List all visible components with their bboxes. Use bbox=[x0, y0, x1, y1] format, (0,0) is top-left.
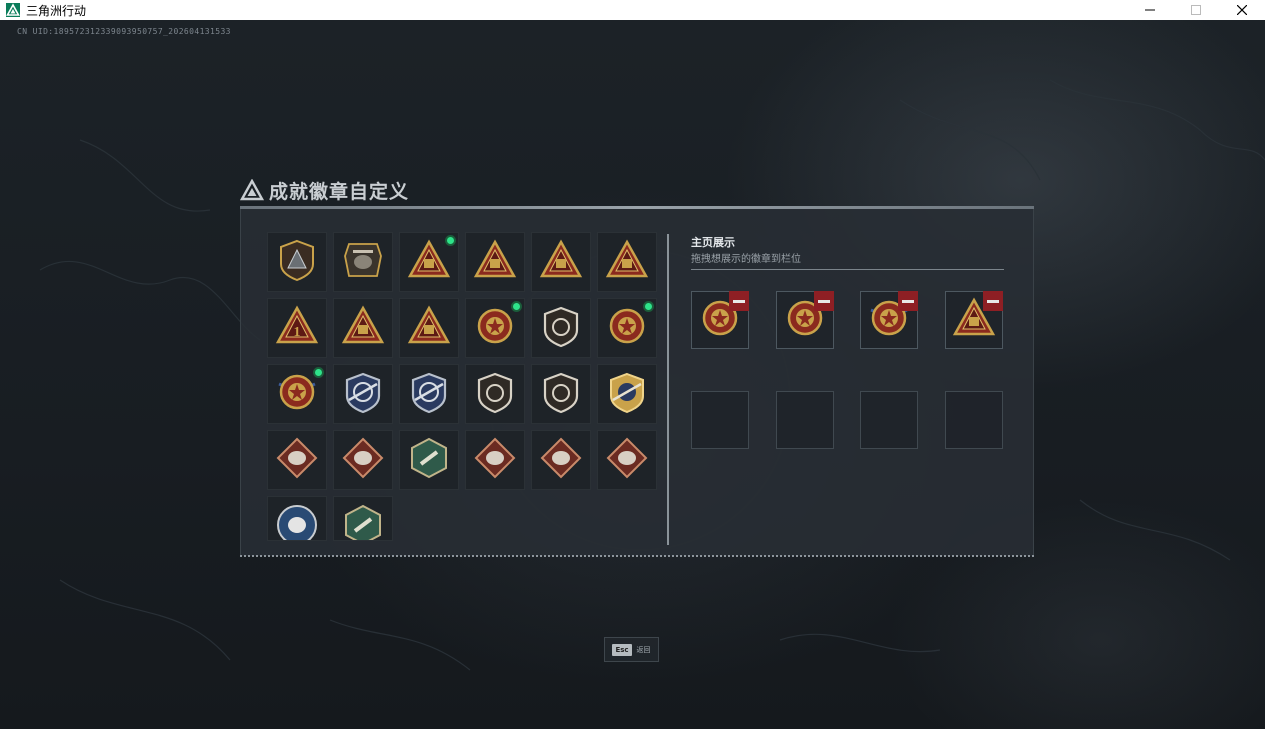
badge-tile[interactable] bbox=[267, 232, 327, 292]
app-logo-icon bbox=[6, 3, 20, 17]
dragonfly-hexagon-badge-icon bbox=[341, 503, 385, 540]
dragon-diamond-2-badge-icon bbox=[539, 436, 583, 484]
tank-triangle-badge-icon bbox=[473, 238, 517, 286]
showcase-slot-filled[interactable] bbox=[860, 291, 918, 349]
showcase-slot-empty[interactable] bbox=[945, 391, 1003, 449]
back-label: 返回 bbox=[636, 645, 651, 654]
badge-tile[interactable] bbox=[597, 430, 657, 490]
badge-tile[interactable] bbox=[399, 364, 459, 424]
eye-triangle-badge-icon bbox=[407, 238, 451, 286]
badge-tile[interactable] bbox=[333, 496, 393, 541]
soldier-hexagon-badge-icon bbox=[407, 436, 451, 484]
badge-tile[interactable] bbox=[597, 232, 657, 292]
close-button[interactable] bbox=[1219, 0, 1265, 20]
minus-icon bbox=[733, 299, 745, 303]
svg-text:1: 1 bbox=[294, 325, 301, 340]
showcase-slot-filled[interactable] bbox=[691, 291, 749, 349]
badge-tile[interactable] bbox=[333, 298, 393, 358]
maximize-icon bbox=[1191, 5, 1201, 15]
esc-key-hint: Esc bbox=[612, 643, 632, 656]
showcase-title: 主页展示 bbox=[691, 236, 735, 249]
minimize-button[interactable] bbox=[1127, 0, 1173, 20]
remove-badge-button[interactable] bbox=[983, 291, 1003, 311]
badge-tile[interactable] bbox=[333, 430, 393, 490]
badge-tile[interactable] bbox=[597, 298, 657, 358]
badge-grid: 1 bbox=[267, 232, 663, 541]
maximize-button[interactable] bbox=[1173, 0, 1219, 20]
minus-icon bbox=[902, 299, 914, 303]
remove-badge-button[interactable] bbox=[814, 291, 834, 311]
beast-diamond-badge-icon bbox=[275, 436, 319, 484]
gold-medal-badge-icon bbox=[605, 304, 649, 352]
showcase-slot-empty[interactable] bbox=[691, 391, 749, 449]
new-indicator-dot bbox=[313, 367, 324, 378]
new-indicator-dot bbox=[445, 235, 456, 246]
badge-tile[interactable] bbox=[465, 298, 525, 358]
showcase-divider bbox=[691, 269, 1004, 270]
dragon-diamond-badge-icon bbox=[473, 436, 517, 484]
remove-badge-button[interactable] bbox=[729, 291, 749, 311]
badge-tile[interactable] bbox=[465, 232, 525, 292]
blue-round-beast-badge-icon bbox=[275, 503, 319, 540]
badge-customize-panel: 1 主页展示 拖拽想展示的徽章到栏位 bbox=[240, 209, 1034, 556]
minimize-icon bbox=[1145, 9, 1155, 11]
badge-tile[interactable] bbox=[399, 298, 459, 358]
shield-triangle-badge-icon bbox=[275, 238, 319, 286]
crosshair-shield-badge-icon bbox=[473, 370, 517, 418]
badge-tile[interactable] bbox=[531, 430, 591, 490]
badge-tile[interactable] bbox=[399, 232, 459, 292]
new-indicator-dot bbox=[511, 301, 522, 312]
badge-tile[interactable] bbox=[465, 364, 525, 424]
badge-tile[interactable] bbox=[267, 430, 327, 490]
helicopter-badge-icon bbox=[341, 238, 385, 286]
badge-tile[interactable] bbox=[267, 496, 327, 541]
back-button[interactable]: Esc 返回 bbox=[604, 637, 659, 662]
gold-rifle-shield-badge-icon bbox=[605, 370, 649, 418]
badge-tile[interactable] bbox=[597, 364, 657, 424]
showcase-slot-filled[interactable] bbox=[776, 291, 834, 349]
beast-diamond-2-badge-icon bbox=[341, 436, 385, 484]
minus-icon bbox=[987, 299, 999, 303]
star-medal-badge-icon bbox=[473, 304, 517, 352]
player-uid: CN UID:18957231233909395​0757_2026041315… bbox=[17, 27, 231, 36]
soldiers-triangle-badge-icon bbox=[407, 304, 451, 352]
showcase-slot-empty[interactable] bbox=[860, 391, 918, 449]
delta-logo-icon bbox=[240, 179, 264, 201]
remove-badge-button[interactable] bbox=[898, 291, 918, 311]
badge-tile[interactable] bbox=[531, 232, 591, 292]
panel-header: 成就徽章自定义 bbox=[240, 175, 409, 205]
badge-tile[interactable] bbox=[267, 364, 327, 424]
building-triangle-badge-icon bbox=[539, 238, 583, 286]
badge-tile[interactable] bbox=[465, 430, 525, 490]
close-icon bbox=[1237, 5, 1247, 15]
gear-triangle-badge-icon bbox=[341, 304, 385, 352]
panel-bottom-border bbox=[240, 555, 1034, 557]
badge-tile[interactable] bbox=[531, 364, 591, 424]
blue-rifle-shield-2-badge-icon bbox=[407, 370, 451, 418]
panel-title: 成就徽章自定义 bbox=[269, 180, 410, 203]
showcase-hint: 拖拽想展示的徽章到栏位 bbox=[691, 254, 801, 265]
minus-icon bbox=[818, 299, 830, 303]
blue-rifle-shield-badge-icon bbox=[341, 370, 385, 418]
new-indicator-dot bbox=[643, 301, 654, 312]
badge-tile[interactable] bbox=[333, 232, 393, 292]
badge-tile[interactable] bbox=[531, 298, 591, 358]
emblem-shield-badge-icon bbox=[539, 304, 583, 352]
window-title: 三角洲行动 bbox=[26, 3, 87, 18]
winged-medal-badge-icon bbox=[275, 370, 319, 418]
ship-triangle-badge-icon bbox=[605, 238, 649, 286]
badge-tile[interactable] bbox=[399, 430, 459, 490]
game-screen: CN UID:18957231233909395​0757_2026041315… bbox=[0, 20, 1265, 729]
showcase-slot-empty[interactable] bbox=[776, 391, 834, 449]
showcase-slot-filled[interactable] bbox=[945, 291, 1003, 349]
badge-tile[interactable] bbox=[333, 364, 393, 424]
window-titlebar: 三角洲行动 bbox=[0, 0, 1265, 20]
badge-tile[interactable]: 1 bbox=[267, 298, 327, 358]
fist-shield-badge-icon bbox=[539, 370, 583, 418]
runner-diamond-badge-icon bbox=[605, 436, 649, 484]
number-one-triangle-badge-icon: 1 bbox=[275, 304, 319, 352]
grid-scrollbar[interactable] bbox=[667, 234, 669, 545]
